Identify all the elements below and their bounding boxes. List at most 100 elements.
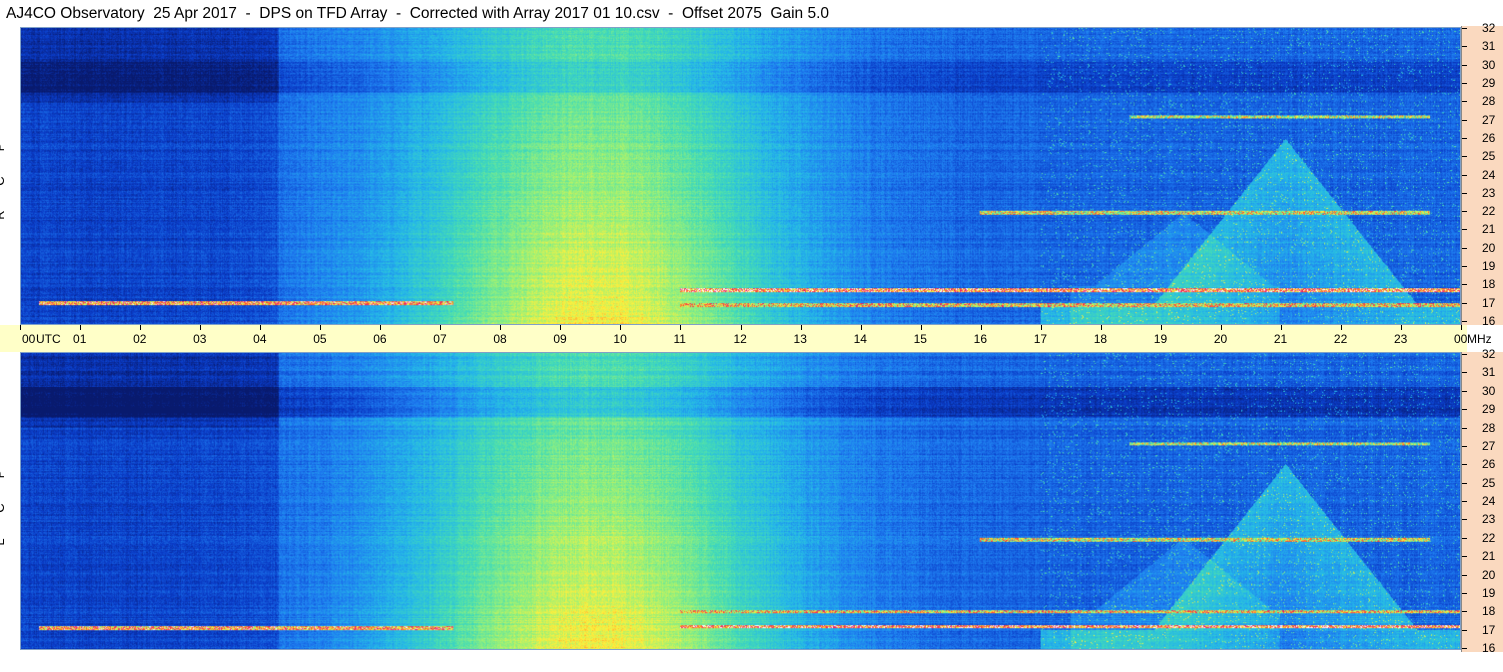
freq-tick-mark	[1462, 482, 1467, 484]
freq-tick-mark	[1462, 101, 1467, 103]
freq-tick-label: 18	[1482, 604, 1496, 619]
freq-tick-label: 31	[1482, 39, 1496, 54]
time-tick-mark	[20, 325, 21, 330]
rcp-letter: C	[0, 174, 27, 188]
freq-tick-label: 24	[1482, 494, 1496, 508]
freq-tick-mark	[1462, 174, 1467, 176]
time-tick-label: 20	[1213, 332, 1228, 346]
freq-tick-label: 31	[1482, 365, 1496, 380]
time-tick-mark	[140, 325, 142, 330]
time-tick-mark	[260, 325, 262, 330]
freq-tick-label: 22	[1482, 530, 1496, 545]
time-tick-label: 11	[673, 332, 686, 346]
freq-tick-mark	[1462, 229, 1467, 231]
freq-tick-label: 21	[1482, 222, 1496, 237]
time-tick-label: 05	[313, 332, 327, 346]
time-tick-mark	[380, 325, 382, 330]
freq-tick-label: 29	[1482, 402, 1496, 417]
freq-tick-label: 28	[1482, 420, 1496, 435]
freq-tick-mark	[1462, 648, 1467, 649]
time-tick-mark	[1400, 325, 1402, 330]
time-tick-label: 12	[733, 332, 747, 346]
time-tick-mark	[1461, 325, 1462, 330]
time-tick-label: 09	[553, 332, 567, 346]
rcp-letter: R	[0, 208, 27, 222]
time-tick-label: 18	[1093, 332, 1108, 346]
time-tick-mark	[80, 325, 82, 330]
freq-tick-mark	[1462, 390, 1467, 392]
lcp-letter: P	[0, 467, 27, 481]
freq-tick-mark	[1462, 445, 1467, 447]
freq-tick-label: 30	[1482, 383, 1496, 398]
time-tick-mark	[920, 325, 922, 330]
freq-tick-mark	[1462, 82, 1467, 84]
freq-tick-label: 27	[1482, 112, 1496, 127]
freq-tick-mark	[1462, 464, 1467, 466]
freq-unit-label: MHz	[1467, 332, 1492, 346]
freq-tick-label: 23	[1482, 185, 1496, 200]
freq-tick-mark	[1462, 119, 1467, 121]
freq-tick-label: 24	[1482, 167, 1496, 182]
freq-tick-label: 27	[1482, 438, 1496, 453]
time-tick-mark	[620, 325, 622, 330]
time-tick-mark	[1340, 325, 1342, 330]
freq-tick-mark	[1462, 211, 1467, 213]
freq-tick-label: 25	[1482, 149, 1496, 164]
freq-axis-top: 32 31 30 29 28 27 26 25 24 23 22 21 20 19 18 17 16	[1461, 21, 1503, 328]
freq-tick-mark	[1462, 556, 1467, 558]
time-tick-label: 00	[22, 332, 36, 346]
time-tick-mark	[860, 325, 862, 330]
time-tick-mark	[560, 325, 562, 330]
freq-tick-mark	[1462, 427, 1467, 429]
freq-tick-label: 17	[1482, 295, 1496, 310]
time-tick-mark	[440, 325, 442, 330]
rcp-side-label: RCP	[0, 130, 17, 232]
freq-tick-mark	[1462, 284, 1467, 286]
freq-tick-label: 21	[1482, 549, 1496, 564]
freq-tick-mark	[1462, 574, 1467, 576]
freq-tick-label: 16	[1482, 314, 1496, 328]
freq-tick-label: 32	[1482, 21, 1496, 35]
freq-tick-label: 17	[1482, 622, 1496, 637]
freq-tick-mark	[1462, 28, 1467, 29]
freq-tick-mark	[1462, 302, 1467, 304]
freq-axis-bottom: 32 31 30 29 28 27 26 25 24 23 22 21 20 19 18 17 16	[1461, 347, 1503, 655]
time-tick-label: 08	[493, 332, 507, 346]
time-tick-label: 04	[253, 332, 267, 346]
freq-tick-mark	[1462, 137, 1467, 139]
time-tick-mark	[1280, 325, 1282, 330]
time-tick-mark	[800, 325, 802, 330]
rcp-spectrogram-canvas	[21, 28, 1460, 324]
freq-tick-mark	[1462, 46, 1467, 48]
time-tick-label: 23	[1393, 332, 1408, 346]
time-tick-label: 01	[73, 332, 87, 346]
freq-tick-label: 23	[1482, 512, 1496, 527]
freq-tick-mark	[1462, 64, 1467, 66]
time-tick-mark	[1040, 325, 1042, 330]
lcp-spectrogram-canvas	[21, 353, 1460, 649]
lcp-spectrogram-panel	[20, 352, 1461, 650]
freq-tick-label: 20	[1482, 240, 1496, 255]
freq-tick-label: 32	[1482, 347, 1496, 361]
time-tick-mark	[740, 325, 742, 330]
time-tick-label: 14	[853, 332, 867, 346]
freq-tick-label: 19	[1482, 585, 1496, 600]
time-tick-label: 13	[793, 332, 807, 346]
freq-tick-mark	[1462, 372, 1467, 374]
freq-tick-mark	[1462, 537, 1467, 539]
time-tick-mark	[320, 325, 322, 330]
freq-tick-mark	[1462, 592, 1467, 594]
freq-tick-label: 20	[1482, 567, 1496, 582]
time-tick-mark	[500, 325, 502, 330]
freq-tick-label: 26	[1482, 457, 1496, 472]
time-tick-label: 07	[433, 332, 447, 346]
freq-tick-mark	[1462, 247, 1467, 249]
freq-tick-label: 25	[1482, 475, 1496, 490]
freq-tick-mark	[1462, 156, 1467, 158]
freq-tick-mark	[1462, 501, 1467, 502]
time-axis: 00 01 02 03 04 05 06 07 08 09 10 11 12 13 14 15 16 17 18 19…	[0, 325, 1467, 352]
freq-tick-label: 22	[1482, 204, 1496, 219]
time-tick-mark	[1160, 325, 1162, 330]
time-tick-label: 10	[613, 332, 627, 346]
time-unit-label: UTC	[36, 332, 61, 346]
